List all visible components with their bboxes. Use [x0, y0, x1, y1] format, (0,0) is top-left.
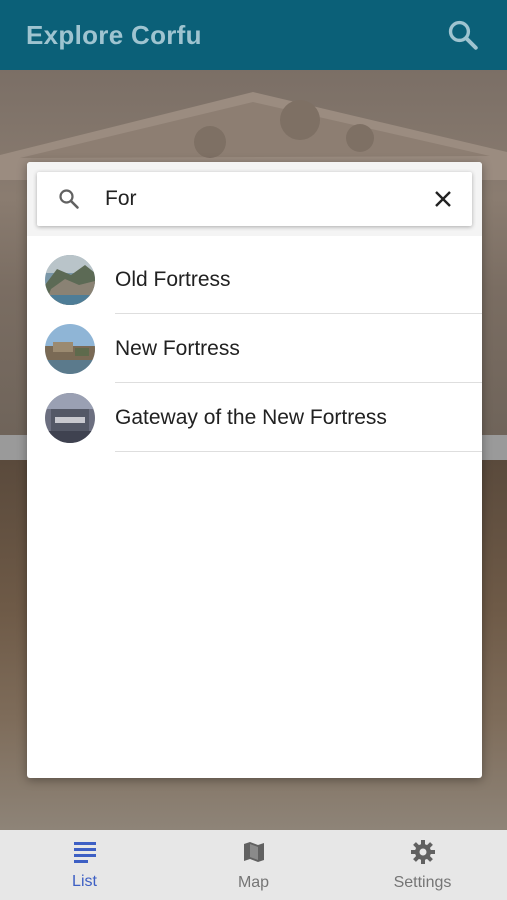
list-item[interactable]: Gateway of the New Fortress [27, 383, 482, 452]
result-label: Gateway of the New Fortress [115, 405, 387, 429]
divider [115, 451, 482, 452]
bottom-navigation: List Map Settings [0, 830, 507, 900]
app-title: Explore Corfu [26, 19, 202, 50]
close-icon[interactable] [414, 172, 472, 226]
result-label: Old Fortress [115, 267, 231, 291]
nav-label: Map [237, 873, 270, 891]
search-dialog-header [27, 162, 482, 236]
app-bar: Explore Corfu [0, 0, 507, 70]
nav-item-list[interactable]: List [0, 830, 169, 900]
new-fortress-thumbnail [45, 323, 95, 374]
result-label: New Fortress [115, 336, 240, 360]
list-icon [72, 840, 98, 869]
nav-item-map[interactable]: Map [169, 830, 338, 900]
gateway-new-fortress-thumbnail [45, 392, 95, 443]
search-icon [37, 172, 101, 226]
search-results: Old Fortress New Fortress Gateway of the… [27, 245, 482, 452]
nav-label: Settings [393, 873, 452, 891]
list-item[interactable]: Old Fortress [27, 245, 482, 314]
nav-label: List [72, 872, 97, 890]
old-fortress-thumbnail [45, 254, 95, 305]
search-icon[interactable] [443, 15, 483, 55]
gear-icon [410, 839, 436, 870]
search-input[interactable] [101, 172, 414, 226]
list-item[interactable]: New Fortress [27, 314, 482, 383]
nav-item-settings[interactable]: Settings [338, 830, 507, 900]
search-dialog: Old Fortress New Fortress [27, 162, 482, 778]
search-bar [37, 172, 472, 226]
map-icon [241, 839, 267, 870]
